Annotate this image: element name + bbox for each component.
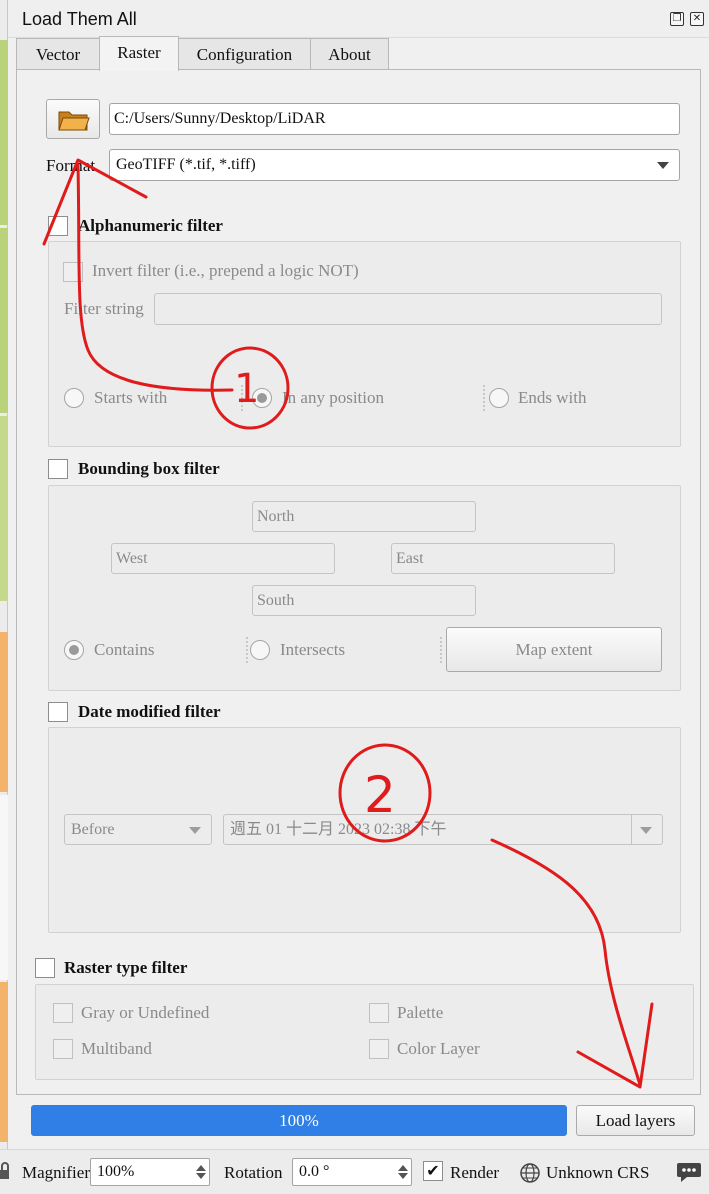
chevron-down-icon — [189, 827, 201, 834]
bounding-box-filter-checkbox[interactable] — [48, 459, 68, 479]
west-field[interactable]: West — [111, 543, 335, 574]
intersects-radio[interactable] — [250, 640, 270, 660]
divider — [246, 637, 248, 663]
window-title: Load Them All — [22, 9, 137, 29]
restore-icon[interactable]: ❐ — [670, 12, 684, 26]
directory-path-field[interactable]: C:/Users/Sunny/Desktop/LiDAR — [109, 103, 680, 135]
format-select[interactable]: GeoTIFF (*.tif, *.tiff) — [109, 149, 680, 181]
raster-type-filter-group — [35, 984, 694, 1080]
crs-status-label[interactable]: Unknown CRS — [546, 1163, 649, 1183]
intersects-label: Intersects — [280, 640, 346, 659]
multiband-checkbox[interactable] — [53, 1039, 73, 1059]
contains-label: Contains — [94, 640, 155, 659]
progress-text: 100% — [279, 1111, 319, 1130]
spin-down-icon[interactable] — [398, 1173, 408, 1179]
rotation-value: 0.0 ° — [299, 1163, 330, 1180]
filter-string-field[interactable] — [154, 293, 662, 325]
format-select-value: GeoTIFF (*.tif, *.tiff) — [116, 156, 256, 173]
raster-type-filter-label: Raster type filter — [64, 958, 188, 977]
layer-color-swatch — [0, 632, 8, 792]
date-time-edit[interactable]: 週五 01 十二月 2023 02:38 下午 — [223, 814, 663, 845]
format-label: Format — [46, 156, 96, 175]
dock-titlebar[interactable]: Load Them All ❐ ✕ — [8, 0, 709, 38]
color-layer-label: Color Layer — [397, 1039, 480, 1058]
rotation-label: Rotation — [224, 1163, 283, 1182]
load-layers-button[interactable]: Load layers — [576, 1105, 695, 1136]
east-field[interactable]: East — [391, 543, 615, 574]
layer-color-swatch — [0, 228, 8, 413]
filter-string-label: Filter string — [64, 299, 144, 318]
globe-icon[interactable] — [519, 1162, 541, 1184]
color-layer-checkbox[interactable] — [369, 1039, 389, 1059]
render-checkbox[interactable]: ✔ — [423, 1161, 443, 1181]
north-field[interactable]: North — [252, 501, 476, 532]
chevron-down-icon — [640, 827, 652, 834]
divider — [440, 637, 442, 663]
divider — [483, 385, 485, 411]
layer-color-swatch — [0, 795, 8, 980]
tab-configuration[interactable]: Configuration — [178, 38, 311, 70]
layer-color-swatch — [0, 982, 8, 1142]
alphanumeric-filter-checkbox[interactable] — [48, 216, 68, 236]
ends-with-radio[interactable] — [489, 388, 509, 408]
any-position-radio[interactable] — [252, 388, 272, 408]
chevron-down-icon — [657, 162, 669, 169]
invert-filter-label: Invert filter (i.e., prepend a logic NOT… — [92, 261, 359, 280]
close-icon[interactable]: ✕ — [690, 12, 704, 26]
spin-up-icon[interactable] — [398, 1165, 408, 1171]
progress-bar: 100% — [31, 1105, 567, 1136]
south-field[interactable]: South — [252, 585, 476, 616]
any-position-label: In any position — [282, 388, 384, 407]
map-extent-button[interactable]: Map extent — [446, 627, 662, 672]
tab-vector[interactable]: Vector — [16, 38, 100, 70]
main-window-edge — [0, 0, 8, 1194]
gray-undefined-label: Gray or Undefined — [81, 1003, 210, 1022]
status-bar: Magnifier 100% Rotation 0.0 ° ✔ Render U… — [0, 1149, 709, 1194]
divider — [241, 385, 243, 411]
palette-checkbox[interactable] — [369, 1003, 389, 1023]
bounding-box-filter-label: Bounding box filter — [78, 459, 220, 478]
browse-folder-button[interactable] — [46, 99, 100, 139]
rotation-spinbox[interactable]: 0.0 ° — [292, 1158, 412, 1186]
layer-color-swatch — [0, 40, 8, 225]
divider — [631, 815, 632, 844]
magnifier-label: Magnifier — [22, 1163, 90, 1182]
invert-filter-checkbox[interactable] — [63, 262, 83, 282]
date-modified-filter-label: Date modified filter — [78, 702, 221, 721]
starts-with-label: Starts with — [94, 388, 168, 407]
multiband-label: Multiband — [81, 1039, 152, 1058]
alphanumeric-filter-label: Alphanumeric filter — [78, 216, 223, 235]
spin-up-icon[interactable] — [196, 1165, 206, 1171]
tab-raster[interactable]: Raster — [99, 36, 179, 71]
tab-about[interactable]: About — [310, 38, 389, 70]
date-modified-filter-checkbox[interactable] — [48, 702, 68, 722]
date-time-value: 週五 01 十二月 2023 02:38 下午 — [230, 821, 447, 838]
contains-radio[interactable] — [64, 640, 84, 660]
magnifier-spinbox[interactable]: 100% — [90, 1158, 210, 1186]
date-comparison-value: Before — [71, 821, 115, 838]
render-label: Render — [450, 1163, 500, 1182]
palette-label: Palette — [397, 1003, 444, 1022]
magnifier-value: 100% — [97, 1163, 135, 1180]
raster-type-filter-checkbox[interactable] — [35, 958, 55, 978]
spin-down-icon[interactable] — [196, 1173, 206, 1179]
gray-undefined-checkbox[interactable] — [53, 1003, 73, 1023]
starts-with-radio[interactable] — [64, 388, 84, 408]
ends-with-label: Ends with — [518, 388, 587, 407]
layer-color-swatch — [0, 416, 8, 601]
lock-icon[interactable] — [0, 1162, 10, 1180]
messages-icon[interactable] — [676, 1161, 702, 1183]
check-icon: ✔ — [426, 1161, 440, 1180]
date-comparison-select[interactable]: Before — [64, 814, 212, 845]
folder-icon — [58, 111, 90, 131]
